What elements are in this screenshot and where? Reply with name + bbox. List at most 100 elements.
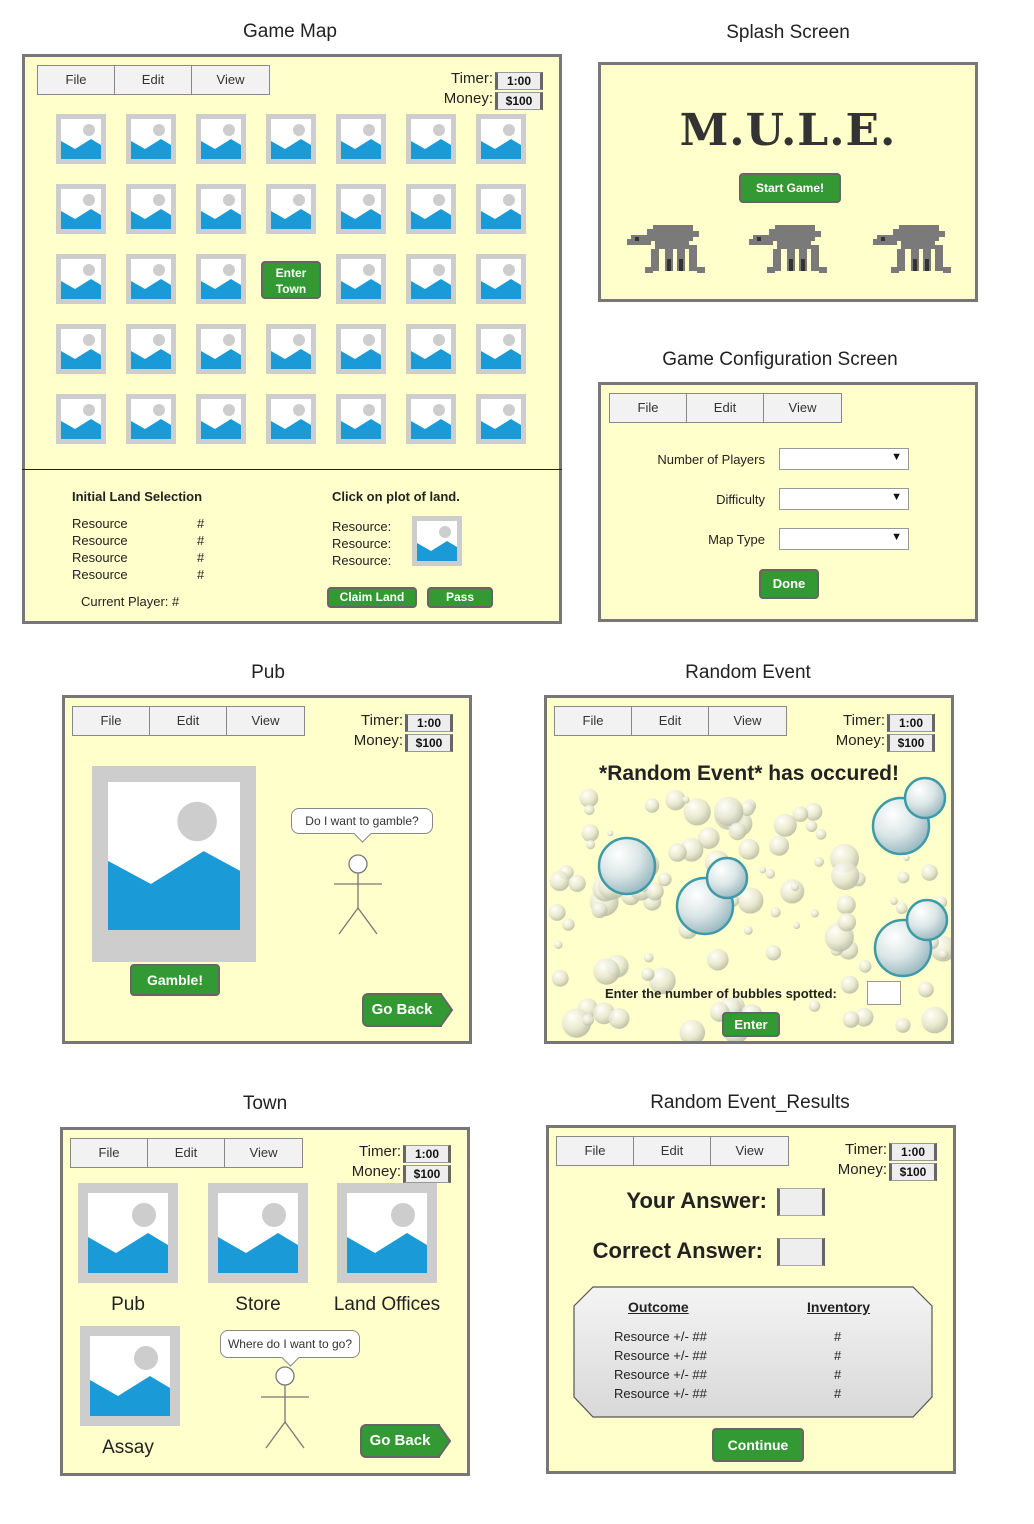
menu-file[interactable]: File: [610, 394, 687, 422]
land-plot-tile[interactable]: [336, 254, 386, 304]
enter-button[interactable]: Enter: [722, 1012, 780, 1037]
menu-view[interactable]: View: [709, 707, 786, 735]
outcome-cell: Resource +/- ##: [614, 1367, 707, 1382]
gamble-button[interactable]: Gamble!: [130, 964, 220, 996]
land-plot-tile[interactable]: [406, 254, 456, 304]
land-plot-tile[interactable]: [476, 254, 526, 304]
land-plot-tile[interactable]: [406, 324, 456, 374]
timer-label: Timer:: [361, 712, 403, 729]
go-back-button[interactable]: Go Back: [362, 993, 454, 1027]
menu-file[interactable]: File: [555, 707, 632, 735]
menu-view[interactable]: View: [711, 1137, 788, 1165]
assay-place-button[interactable]: [80, 1326, 180, 1426]
menu-file[interactable]: File: [557, 1137, 634, 1165]
bubble-icon: [780, 879, 805, 904]
land-plot-tile[interactable]: [336, 114, 386, 164]
continue-button[interactable]: Continue: [712, 1428, 804, 1462]
pass-button[interactable]: Pass: [427, 587, 493, 608]
menu-view[interactable]: View: [227, 707, 304, 735]
pub-place-button[interactable]: [78, 1183, 178, 1283]
store-place-button[interactable]: [208, 1183, 308, 1283]
land-plot-tile[interactable]: [476, 394, 526, 444]
menu-edit[interactable]: Edit: [687, 394, 764, 422]
start-game-button[interactable]: Start Game!: [739, 173, 841, 203]
timer-label: Timer:: [359, 1143, 401, 1160]
image-placeholder-icon: [341, 189, 381, 229]
land-plot-tile[interactable]: [126, 254, 176, 304]
go-back-button[interactable]: Go Back: [360, 1424, 452, 1458]
land-plot-tile[interactable]: [56, 324, 106, 374]
plot-resource-label: Resource:: [332, 519, 392, 534]
land-plot-tile[interactable]: [406, 114, 456, 164]
image-placeholder-icon: [481, 119, 521, 159]
bubble-icon: [568, 874, 586, 892]
land-plot-tile[interactable]: [336, 184, 386, 234]
inventory-cell: #: [834, 1367, 842, 1382]
menu-view[interactable]: View: [225, 1139, 302, 1167]
menu-file[interactable]: File: [38, 66, 115, 94]
bubble-count-input[interactable]: [867, 981, 901, 1005]
players-select[interactable]: ▼: [779, 448, 909, 470]
bubble-icon: [644, 798, 660, 813]
land-plot-tile[interactable]: [126, 114, 176, 164]
bubble-icon: [705, 856, 749, 900]
bubble-icon: [805, 820, 818, 832]
bubble-icon: [814, 856, 824, 867]
map-type-select[interactable]: ▼: [779, 528, 909, 550]
land-plot-tile[interactable]: [56, 254, 106, 304]
timer-value: 1:00: [889, 1143, 937, 1161]
land-plot-tile[interactable]: [196, 184, 246, 234]
done-button[interactable]: Done: [759, 569, 819, 599]
land-plot-tile[interactable]: [126, 184, 176, 234]
image-placeholder-icon: [61, 259, 101, 299]
menu-edit[interactable]: Edit: [634, 1137, 711, 1165]
land-plot-tile[interactable]: [476, 114, 526, 164]
land-plot-tile[interactable]: [56, 394, 106, 444]
land-plot-tile[interactable]: [266, 394, 316, 444]
menu-bar: File Edit View: [554, 706, 787, 736]
results-panel: File Edit View Timer: 1:00 Money: $100 Y…: [546, 1125, 956, 1474]
plot-image: [412, 516, 462, 566]
land-plot-tile[interactable]: [266, 184, 316, 234]
outcome-cell: Resource +/- ##: [614, 1348, 707, 1363]
land-plot-tile[interactable]: [406, 394, 456, 444]
outcome-header: Outcome: [628, 1299, 689, 1315]
menu-file[interactable]: File: [71, 1139, 148, 1167]
town-title: Town: [242, 1093, 288, 1114]
land-plot-tile[interactable]: [196, 114, 246, 164]
menu-view[interactable]: View: [764, 394, 841, 422]
enter-town-button[interactable]: Enter Town: [261, 261, 321, 299]
land-plot-tile[interactable]: [196, 324, 246, 374]
difficulty-select[interactable]: ▼: [779, 488, 909, 510]
menu-file[interactable]: File: [73, 707, 150, 735]
claim-land-button[interactable]: Claim Land: [327, 587, 417, 608]
land-plot-tile[interactable]: [336, 324, 386, 374]
land-plot-tile[interactable]: [196, 254, 246, 304]
menu-edit[interactable]: Edit: [632, 707, 709, 735]
plot-resource-label: Resource:: [332, 553, 392, 568]
land-offices-place-button[interactable]: [337, 1183, 437, 1283]
resource-label: Resource: [72, 516, 128, 531]
timer-label: Timer:: [451, 70, 493, 87]
land-plot-tile[interactable]: [56, 114, 106, 164]
land-plot-tile[interactable]: [56, 184, 106, 234]
land-plot-tile[interactable]: [196, 394, 246, 444]
menu-edit[interactable]: Edit: [148, 1139, 225, 1167]
land-plot-tile[interactable]: [266, 324, 316, 374]
arrow-right-icon: [438, 1424, 452, 1458]
image-placeholder-icon: [341, 119, 381, 159]
land-plot-tile[interactable]: [126, 394, 176, 444]
land-plot-tile[interactable]: [336, 394, 386, 444]
stick-figure-icon: [261, 1366, 309, 1449]
money-value: $100: [403, 1165, 451, 1183]
land-plot-tile[interactable]: [406, 184, 456, 234]
land-plot-tile[interactable]: [266, 114, 316, 164]
menu-edit[interactable]: Edit: [115, 66, 192, 94]
land-plot-tile[interactable]: [126, 324, 176, 374]
bubble-icon: [728, 822, 747, 841]
land-plot-tile[interactable]: [476, 184, 526, 234]
land-plot-tile[interactable]: [476, 324, 526, 374]
menu-edit[interactable]: Edit: [150, 707, 227, 735]
menu-view[interactable]: View: [192, 66, 269, 94]
resource-value: #: [197, 533, 205, 548]
